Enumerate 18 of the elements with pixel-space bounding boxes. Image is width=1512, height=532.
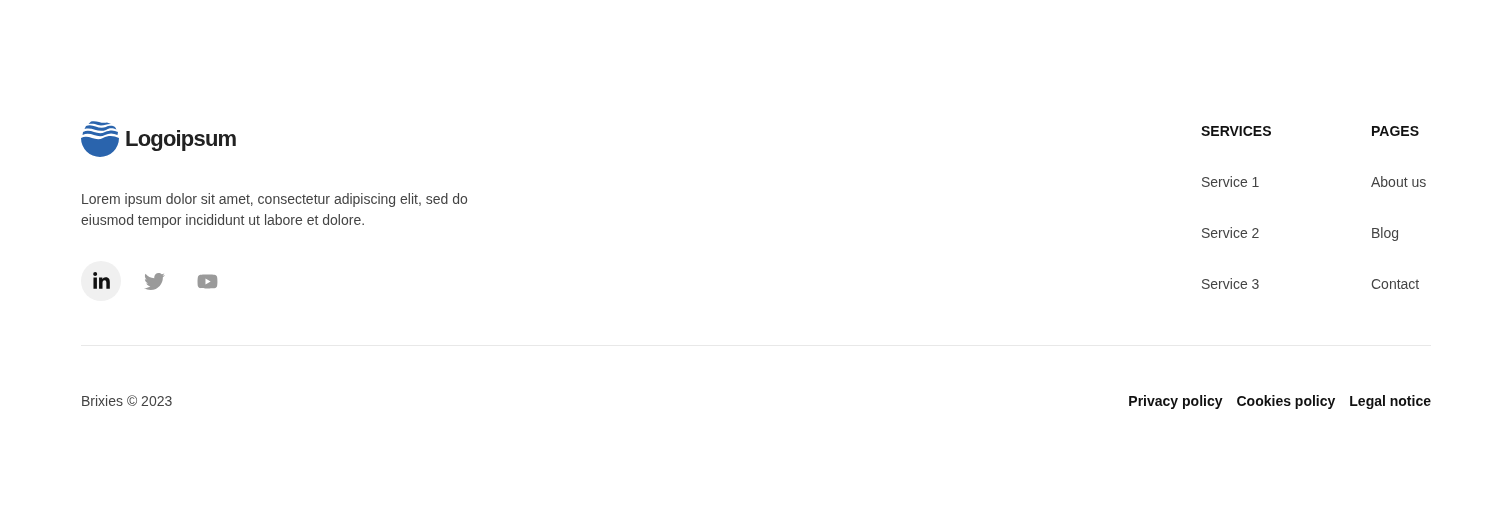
legal-link[interactable]: Legal notice (1349, 391, 1431, 412)
bird-icon (143, 270, 165, 292)
footer-link[interactable]: Contact (1371, 272, 1431, 296)
logo-icon (81, 119, 119, 157)
description: Lorem ipsum dolor sit amet, consectetur adipiscing elit, sed do eiusmod tempor incididunt ut labore et dolore. (81, 190, 469, 230)
legal-link[interactable]: Cookies policy (1236, 391, 1336, 412)
legal-link[interactable]: Privacy policy (1128, 391, 1223, 412)
footer-link[interactable]: Blog (1371, 221, 1431, 245)
footer-link[interactable]: Service 1 (1201, 170, 1331, 194)
footer-link[interactable]: Service 3 (1201, 272, 1331, 296)
social-link[interactable] (81, 261, 121, 301)
logo-text: Logoipsum (125, 124, 237, 153)
copyright: Brixies © 2023 (81, 392, 173, 411)
column-heading: SERVICES (1201, 122, 1273, 141)
linkedin-icon (91, 271, 111, 291)
column-heading: PAGES (1371, 122, 1420, 141)
footer-link[interactable]: About us (1371, 170, 1431, 194)
footer-link[interactable]: Service 2 (1201, 221, 1331, 245)
